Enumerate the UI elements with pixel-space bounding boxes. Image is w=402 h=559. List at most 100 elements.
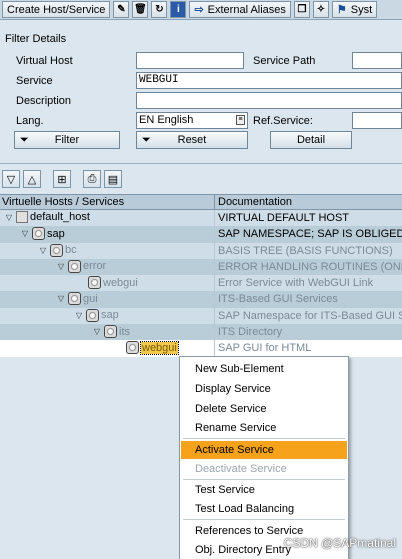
menu-item-delete-service[interactable]: Delete Service — [181, 400, 347, 418]
menu-item-test-service[interactable]: Test Service — [181, 481, 347, 499]
tree-node-label: bc — [65, 244, 77, 257]
service-node-icon — [126, 341, 139, 355]
menu-item-rename-service[interactable]: Rename Service — [181, 419, 347, 437]
service-tree: Virtuelle Hosts / Services Documentation… — [0, 194, 402, 357]
expand-toggle-icon[interactable]: ▽ — [4, 213, 14, 222]
tree-row[interactable]: ▽ sap SAP Namespace for ITS-Based GUI Se — [0, 307, 402, 325]
expand-toggle-icon[interactable]: ▽ — [20, 229, 30, 238]
tree-row[interactable]: ▽ its ITS Directory — [0, 324, 402, 341]
menu-item-activate-service[interactable]: Activate Service — [181, 441, 347, 459]
tree-node-label: webgui — [103, 276, 138, 289]
tree-node-doc: VIRTUAL DEFAULT HOST — [218, 212, 350, 224]
virtual-host-input[interactable] — [136, 52, 244, 69]
system-button[interactable]: ⚑ Syst — [331, 1, 378, 18]
expand-toggle-icon[interactable]: ▽ — [56, 294, 66, 303]
service-node-icon — [86, 308, 99, 322]
menu-item-new-sub-element[interactable]: New Sub-Element — [181, 360, 347, 378]
create-host-service-button[interactable]: Create Host/Service — [2, 1, 111, 18]
filter-button[interactable]: ⏷ Filter — [14, 131, 120, 149]
menu-separator — [183, 479, 345, 480]
menu-item-display-service[interactable]: Display Service — [181, 380, 347, 398]
ref-service-input[interactable] — [352, 112, 402, 129]
detail-button[interactable]: Detail — [270, 131, 352, 149]
funnel-icon: ⏷ — [20, 133, 29, 146]
watermark: CSDN @SAPmatinal — [283, 536, 396, 550]
column-header-documentation[interactable]: Documentation — [218, 196, 292, 208]
tree-node-label: sap — [47, 227, 65, 240]
menu-separator — [183, 438, 345, 439]
edit-pencil-icon[interactable]: ✎ — [113, 1, 130, 18]
language-select[interactable]: EN English ≡ — [136, 112, 248, 129]
virtual-host-label: Virtual Host — [16, 55, 73, 67]
expand-toggle-icon[interactable]: ▽ — [38, 246, 48, 255]
tree-node-label: default_host — [30, 211, 90, 223]
print-icon[interactable]: ⎙ — [83, 170, 101, 188]
expand-icon[interactable]: ▽ — [2, 170, 20, 188]
magic-wand-icon[interactable]: ✧ — [312, 1, 329, 18]
tree-node-label: sap — [101, 309, 119, 322]
tree-row[interactable]: ▽ bc BASIS TREE (BASIS FUNCTIONS) — [0, 242, 402, 259]
tree-node-doc: ERROR HANDLING ROUTINES (ONLY — [218, 260, 402, 273]
service-node-icon — [88, 276, 101, 290]
menu-item-test-load-balancing[interactable]: Test Load Balancing — [181, 500, 347, 518]
filter-button-label: Filter — [54, 134, 80, 146]
tree-node-doc: ITS Directory — [218, 326, 283, 339]
service-node-icon — [32, 227, 45, 241]
description-label: Description — [16, 95, 72, 107]
tree-toolbar: ▽ △ ⊞ ⎙ ▤ — [0, 170, 122, 190]
create-host-service-label: Create Host/Service — [7, 3, 106, 16]
tree-row[interactable]: ▽ default_host VIRTUAL DEFAULT HOST — [0, 210, 402, 227]
ref-service-label: Ref.Service: — [253, 115, 313, 127]
tree-node-doc: SAP NAMESPACE; SAP IS OBLIGED N — [218, 228, 402, 241]
flag-icon: ⚑ — [336, 4, 347, 16]
reset-button-label: Reset — [177, 134, 207, 146]
reset-button[interactable]: ⏷ Reset — [136, 131, 248, 149]
separator — [0, 163, 402, 164]
column-header-hosts[interactable]: Virtuelle Hosts / Services — [2, 196, 214, 208]
delete-trash-icon[interactable]: 🗑 — [132, 1, 149, 18]
service-node-icon — [104, 325, 117, 339]
info-icon[interactable]: i — [170, 1, 187, 18]
tree-row-selected[interactable]: webgui SAP GUI for HTML — [0, 340, 402, 357]
expand-toggle-icon[interactable]: ▽ — [92, 327, 102, 336]
service-node-icon — [68, 259, 81, 273]
external-aliases-button[interactable]: ⇨ External Aliases — [189, 1, 291, 18]
collapse-icon[interactable]: △ — [23, 170, 41, 188]
tree-row[interactable]: ▽ sap SAP NAMESPACE; SAP IS OBLIGED N — [0, 226, 402, 243]
host-folder-icon — [16, 211, 28, 223]
menu-separator — [183, 519, 345, 520]
dropdown-list-icon[interactable]: ≡ — [236, 115, 245, 125]
tree-row[interactable]: ▽ error ERROR HANDLING ROUTINES (ONLY — [0, 258, 402, 276]
tree-node-label: gui — [83, 292, 98, 305]
expand-toggle-icon[interactable]: ▽ — [74, 311, 84, 320]
service-path-input[interactable] — [352, 52, 402, 69]
print-preview-icon[interactable]: ▤ — [104, 170, 122, 188]
tree-node-label-selected[interactable]: webgui — [140, 340, 179, 355]
copy-icon[interactable]: ❐ — [293, 1, 310, 18]
tree-node-doc: SAP Namespace for ITS-Based GUI Se — [218, 309, 402, 322]
service-node-icon — [68, 292, 81, 306]
menu-item-deactivate-service[interactable]: Deactivate Service — [181, 460, 347, 478]
expand-toggle-icon[interactable]: ▽ — [56, 262, 66, 271]
find-binoculars-icon[interactable]: ⊞ — [53, 170, 71, 188]
service-node-icon — [50, 243, 63, 257]
service-path-label: Service Path — [253, 55, 316, 67]
tree-node-doc: Error Service with WebGUI Link — [218, 277, 374, 290]
language-label: Lang. — [16, 115, 44, 127]
tree-node-doc: SAP GUI for HTML — [218, 342, 312, 355]
external-aliases-label: External Aliases — [207, 3, 286, 16]
tree-node-doc: BASIS TREE (BASIS FUNCTIONS) — [218, 244, 393, 257]
description-input[interactable] — [136, 92, 402, 109]
filter-details-title: Filter Details — [5, 33, 67, 45]
system-label: Syst — [350, 3, 373, 16]
service-label: Service — [16, 75, 53, 87]
tree-row[interactable]: ▽ gui ITS-Based GUI Services — [0, 291, 402, 308]
service-input[interactable]: WEBGUI — [136, 72, 402, 89]
tree-header: Virtuelle Hosts / Services Documentation — [0, 194, 402, 211]
language-value: EN English — [139, 114, 194, 126]
refresh-icon[interactable]: ↻ — [151, 1, 168, 18]
detail-button-label: Detail — [296, 134, 326, 146]
arrow-right-icon: ⇨ — [194, 4, 204, 16]
tree-node-doc: ITS-Based GUI Services — [218, 293, 338, 306]
tree-row[interactable]: webgui Error Service with WebGUI Link — [0, 275, 402, 292]
